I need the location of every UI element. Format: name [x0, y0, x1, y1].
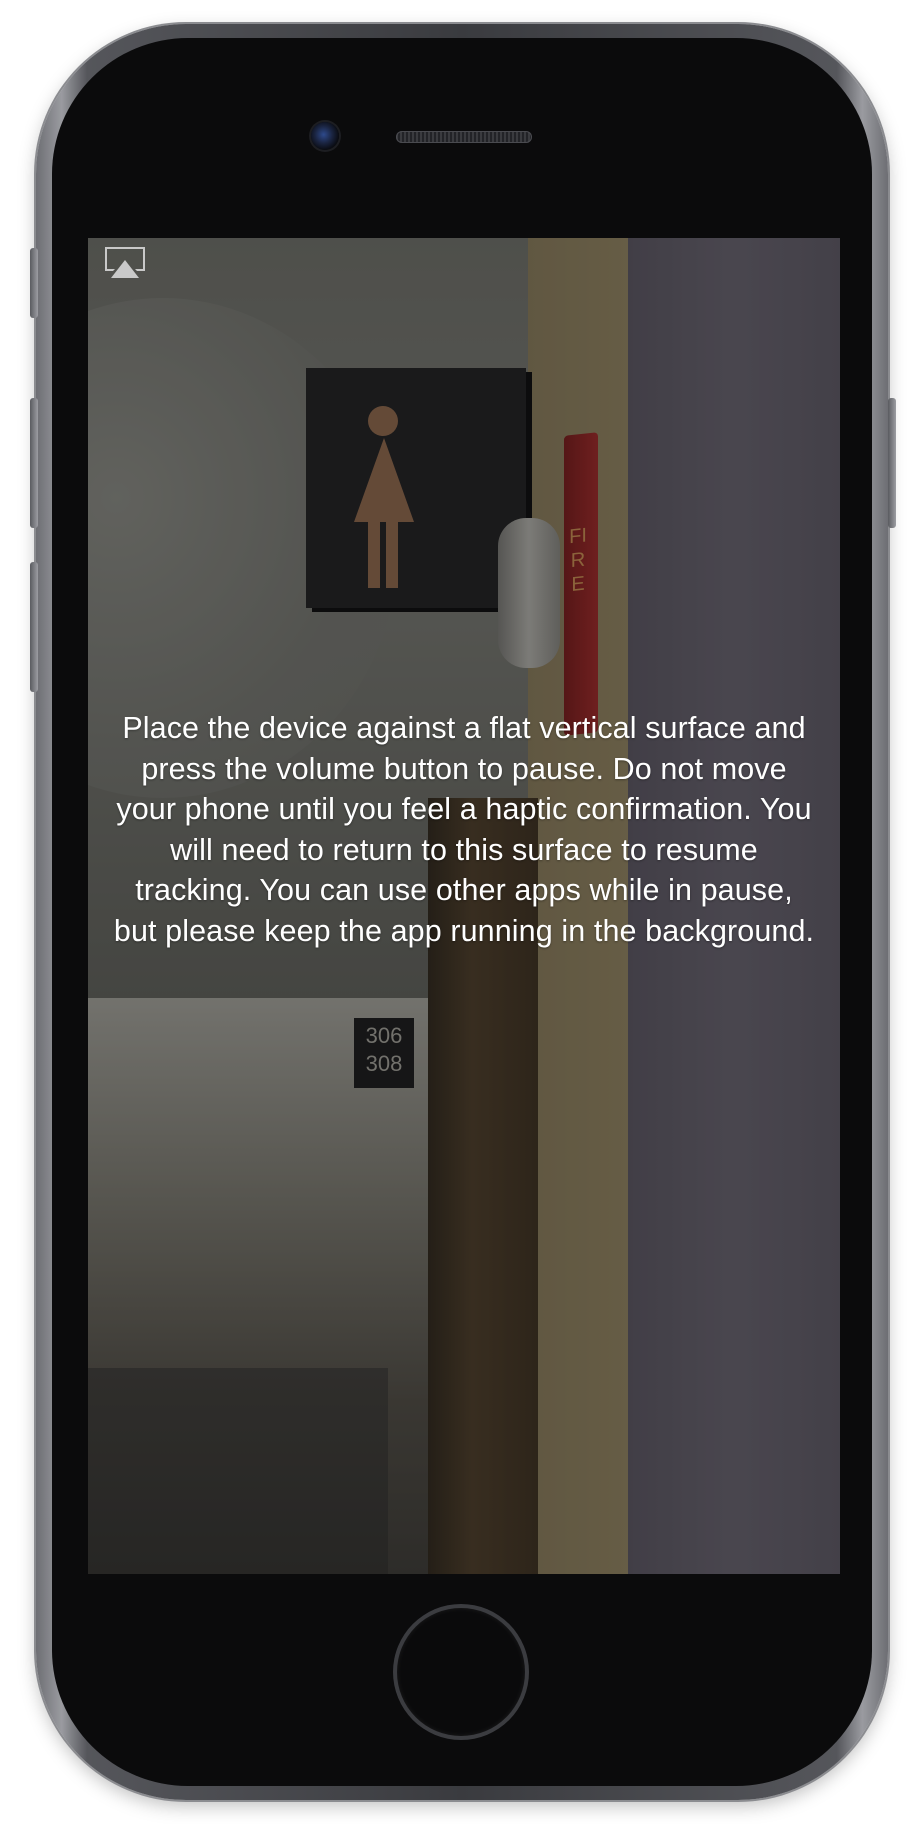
pause-instructions: Place the device against a flat vertical…	[113, 711, 815, 948]
home-button[interactable]	[397, 1608, 525, 1736]
app-screen: FIRE 306 308 Place the device against a …	[88, 238, 840, 1574]
front-camera	[311, 122, 339, 150]
airplay-icon[interactable]	[102, 244, 148, 282]
earpiece-speaker	[396, 131, 532, 143]
power-button[interactable]	[888, 398, 896, 528]
mute-switch	[30, 248, 38, 318]
volume-down-button[interactable]	[30, 562, 38, 692]
volume-up-button[interactable]	[30, 398, 38, 528]
